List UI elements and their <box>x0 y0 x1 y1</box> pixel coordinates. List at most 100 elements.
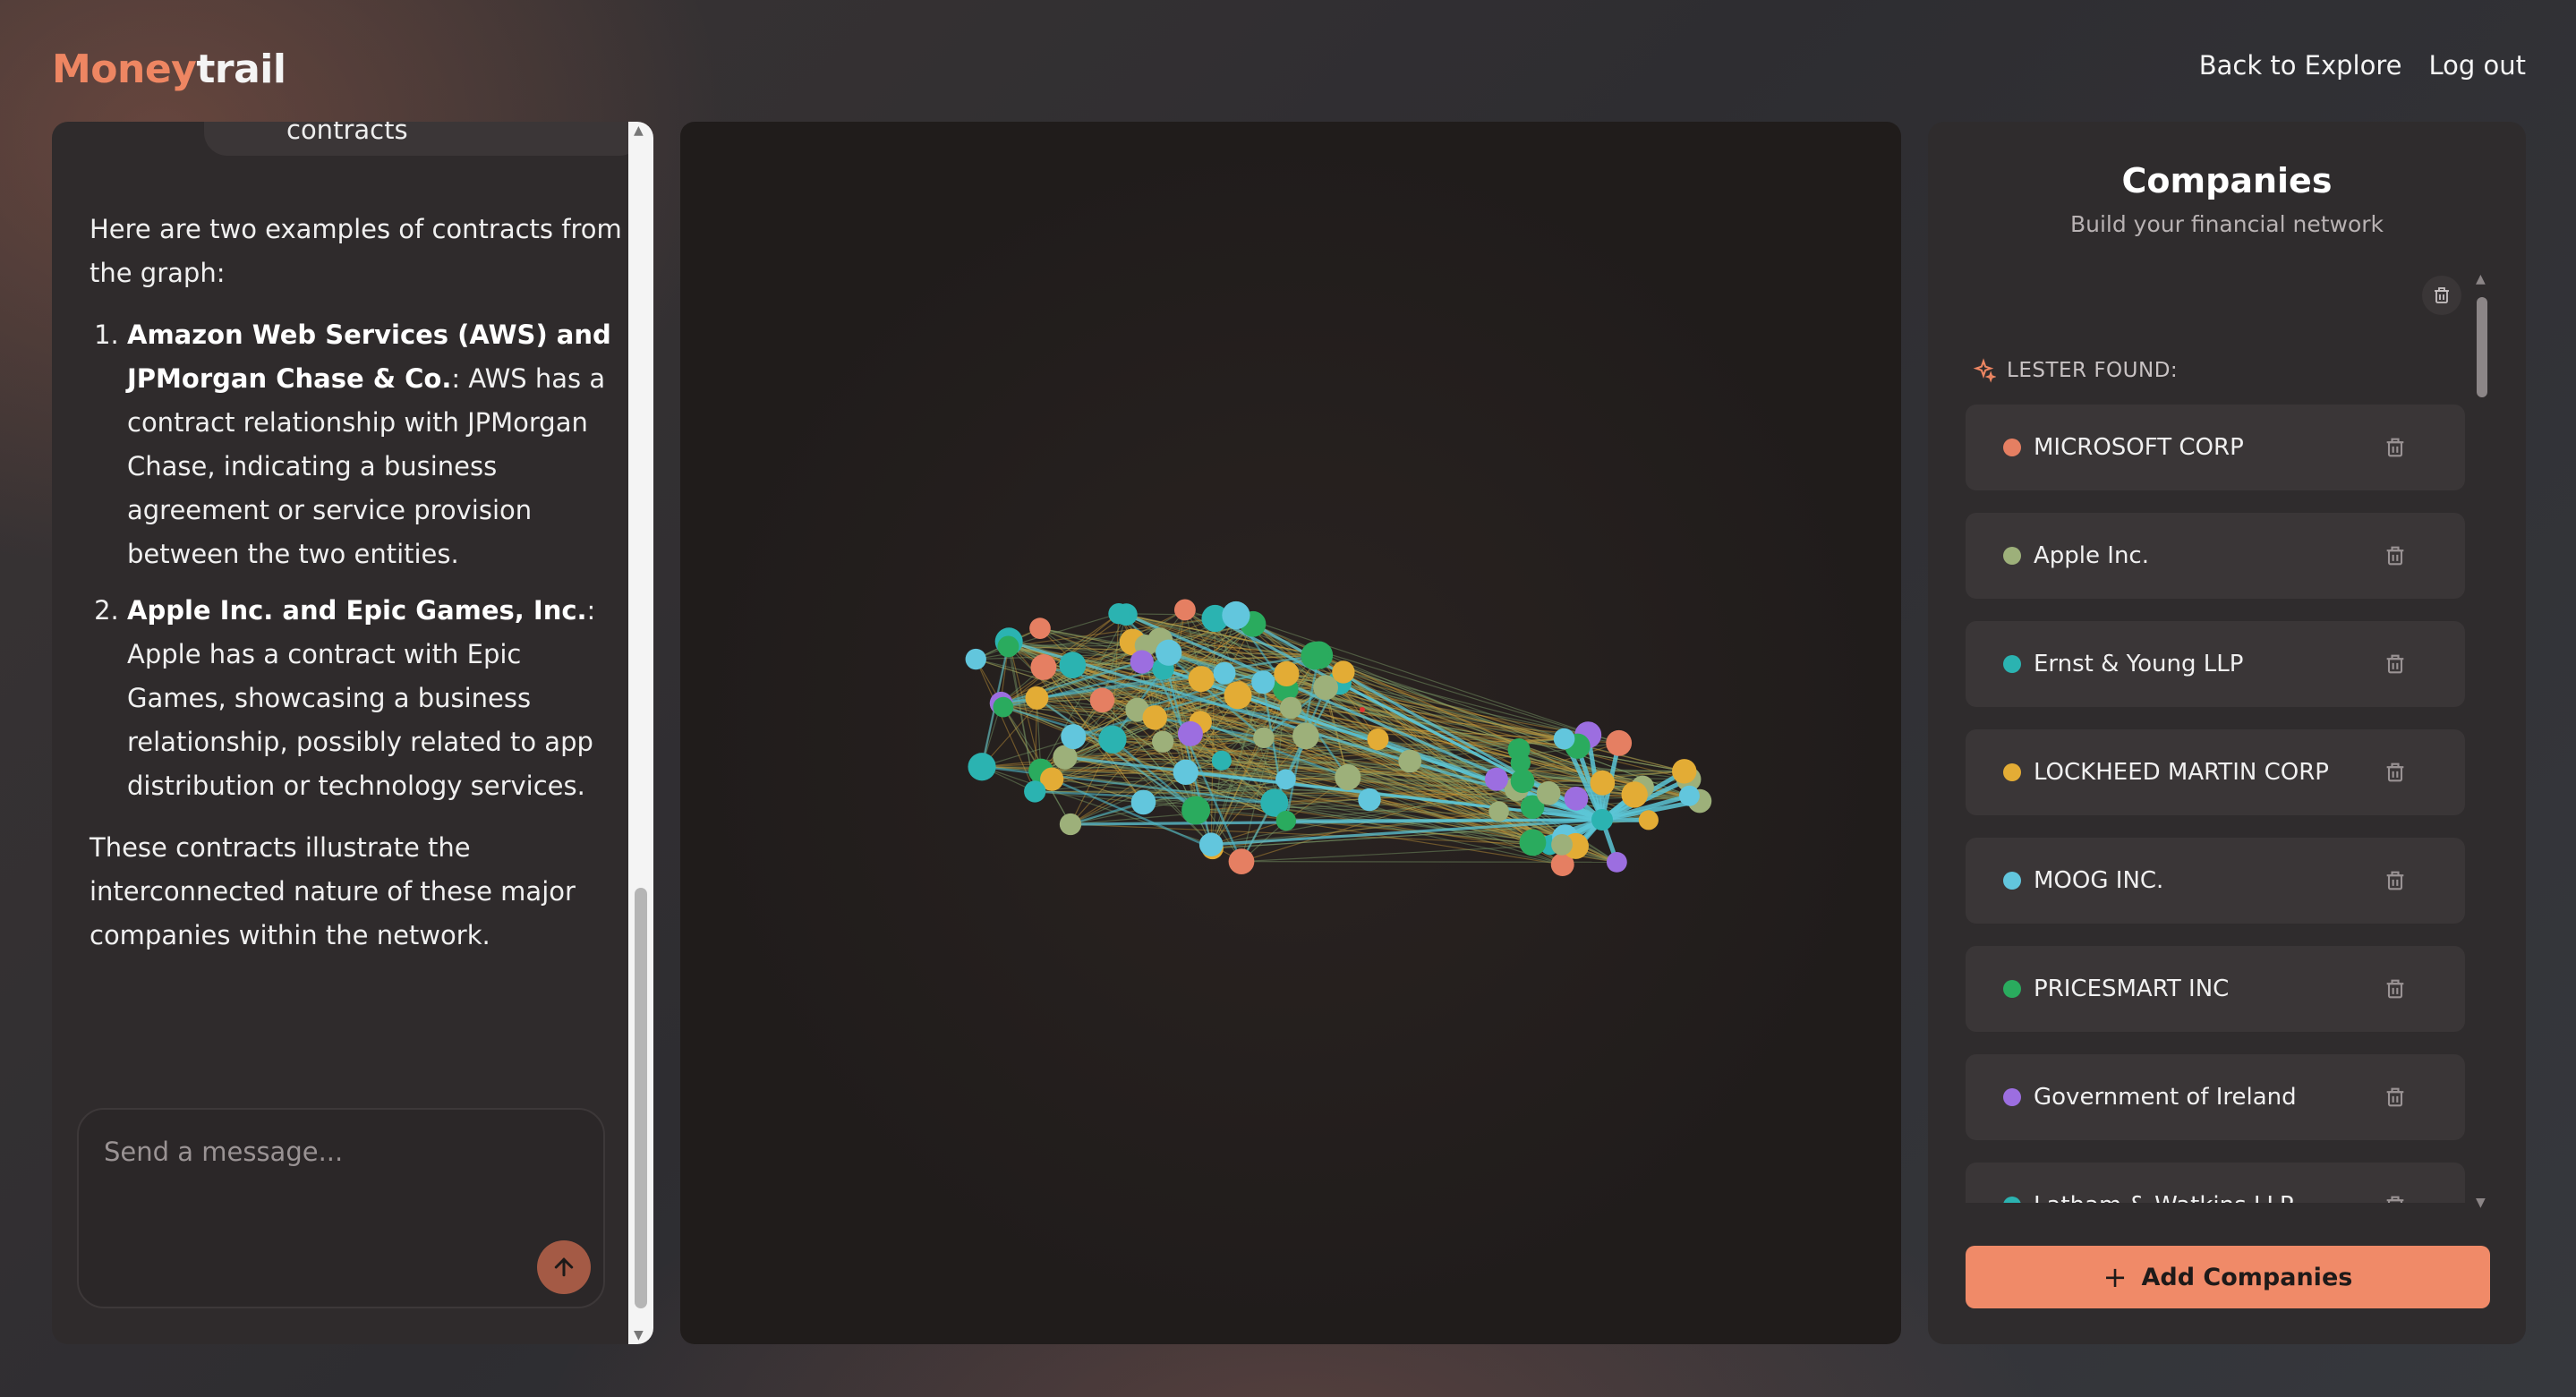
graph-node[interactable] <box>1089 687 1115 713</box>
scroll-down-arrow-icon[interactable]: ▼ <box>634 1328 644 1342</box>
chat-scrollbar-thumb[interactable] <box>635 888 647 1308</box>
graph-node[interactable] <box>1536 780 1561 805</box>
scroll-up-arrow-icon[interactable]: ▲ <box>2476 272 2486 286</box>
graph-node[interactable] <box>1275 769 1296 790</box>
graph-node[interactable] <box>1621 781 1648 808</box>
graph-node[interactable] <box>1198 832 1224 856</box>
graph-node[interactable] <box>1156 639 1182 666</box>
graph-node[interactable] <box>1142 705 1167 730</box>
graph-node[interactable] <box>1301 641 1329 670</box>
graph-node[interactable] <box>1181 796 1211 825</box>
message-input[interactable] <box>104 1129 569 1174</box>
graph-node[interactable] <box>1564 786 1589 811</box>
graph-node[interactable] <box>1029 618 1051 639</box>
graph-node[interactable] <box>1335 763 1361 791</box>
send-button[interactable] <box>537 1240 591 1294</box>
graph-node[interactable] <box>1222 601 1250 630</box>
graph-node[interactable] <box>1398 749 1422 773</box>
graph-node[interactable] <box>1488 801 1509 822</box>
graph-node[interactable] <box>1606 729 1633 756</box>
trash-icon[interactable] <box>2383 976 2408 1001</box>
back-to-explore-link[interactable]: Back to Explore <box>2199 50 2402 81</box>
company-list-item[interactable]: MOOG INC. <box>1966 838 2465 924</box>
company-color-dot <box>2003 980 2021 998</box>
graph-node[interactable] <box>1253 727 1275 749</box>
chat-scrollbar[interactable]: ▲ ▼ <box>628 122 653 1344</box>
graph-node[interactable] <box>1332 660 1355 684</box>
graph-node[interactable] <box>1061 724 1087 750</box>
sparkle-icon <box>1973 358 1996 383</box>
brand-logo-part1: Money <box>52 47 197 92</box>
graph-node[interactable] <box>1519 829 1547 856</box>
graph-node[interactable] <box>1510 769 1535 794</box>
company-list-item[interactable]: Government of Ireland <box>1966 1054 2465 1140</box>
lester-found-text: LESTER FOUND: <box>2007 359 2179 382</box>
graph-node[interactable] <box>1358 788 1381 812</box>
graph-node[interactable] <box>1228 848 1255 875</box>
company-list-scrollbar[interactable]: ▲ ▼ <box>2474 272 2490 1210</box>
graph-node[interactable] <box>1098 725 1127 754</box>
trash-icon[interactable] <box>2383 1193 2408 1203</box>
company-name: PRICESMART INC <box>2034 975 2230 1002</box>
company-list-item[interactable]: MICROSOFT CORP <box>1966 405 2465 490</box>
graph-node[interactable] <box>1030 654 1057 680</box>
graph-node[interactable] <box>997 635 1019 658</box>
graph-node[interactable] <box>1590 770 1616 796</box>
graph-node[interactable] <box>1279 696 1302 720</box>
trash-icon[interactable] <box>2383 435 2408 460</box>
scroll-down-arrow-icon[interactable]: ▼ <box>2476 1196 2486 1210</box>
graph-node[interactable] <box>968 753 996 781</box>
graph-node[interactable] <box>1275 810 1297 831</box>
graph-node[interactable] <box>1591 809 1613 831</box>
company-list-item[interactable]: LOCKHEED MARTIN CORP <box>1966 729 2465 815</box>
graph-node[interactable] <box>1213 661 1236 685</box>
graph-node[interactable] <box>1152 730 1174 753</box>
graph-node[interactable] <box>1211 750 1232 771</box>
graph-node[interactable] <box>965 648 986 670</box>
graph-node[interactable] <box>1173 759 1199 786</box>
scroll-up-arrow-icon[interactable]: ▲ <box>634 124 644 138</box>
trash-icon[interactable] <box>2383 543 2408 568</box>
graph-node[interactable] <box>1108 603 1130 625</box>
graph-node[interactable] <box>1638 810 1659 831</box>
graph-node[interactable] <box>1367 728 1389 751</box>
graph-node[interactable] <box>1292 722 1319 750</box>
graph-node[interactable] <box>993 696 1014 718</box>
brand-logo: Moneytrail <box>52 47 286 92</box>
graph-node[interactable] <box>1606 851 1627 873</box>
graph-node[interactable] <box>1274 660 1300 687</box>
company-list-scrollbar-thumb[interactable] <box>2477 297 2487 397</box>
company-name: MICROSOFT CORP <box>2034 434 2244 461</box>
graph-node[interactable] <box>1059 652 1087 679</box>
graph-node[interactable] <box>1130 789 1156 815</box>
network-graph-panel[interactable] <box>680 122 1901 1344</box>
company-list-item[interactable]: PRICESMART INC <box>1966 946 2465 1032</box>
graph-node[interactable] <box>1678 785 1700 806</box>
graph-node[interactable] <box>1173 599 1196 621</box>
trash-icon[interactable] <box>2383 868 2408 893</box>
graph-node[interactable] <box>1484 767 1508 791</box>
trash-icon[interactable] <box>2383 1085 2408 1110</box>
graph-node[interactable] <box>1551 833 1573 856</box>
trash-icon[interactable] <box>2383 760 2408 785</box>
company-list-item[interactable]: Ernst & Young LLP <box>1966 621 2465 707</box>
company-list-item[interactable]: Apple Inc. <box>1966 513 2465 599</box>
graph-node[interactable] <box>1251 670 1275 694</box>
graph-node[interactable] <box>1224 681 1252 710</box>
trash-icon[interactable] <box>2383 652 2408 677</box>
add-companies-button[interactable]: + Add Companies <box>1966 1246 2490 1308</box>
graph-node[interactable] <box>1507 738 1531 762</box>
assistant-intro: Here are two examples of contracts from … <box>90 214 622 288</box>
graph-node[interactable] <box>1025 686 1049 710</box>
logout-link[interactable]: Log out <box>2428 50 2526 81</box>
graph-node[interactable] <box>1188 666 1215 693</box>
network-graph[interactable] <box>680 122 1901 1344</box>
company-list-item[interactable]: Latham & Watkins LLP <box>1966 1163 2465 1203</box>
clear-all-button[interactable] <box>2422 276 2461 315</box>
graph-node[interactable] <box>1671 759 1697 784</box>
graph-node[interactable] <box>1553 728 1575 750</box>
graph-node[interactable] <box>1024 780 1046 803</box>
graph-node[interactable] <box>1177 720 1203 746</box>
graph-node[interactable] <box>1130 650 1154 674</box>
graph-node[interactable] <box>1059 813 1082 836</box>
